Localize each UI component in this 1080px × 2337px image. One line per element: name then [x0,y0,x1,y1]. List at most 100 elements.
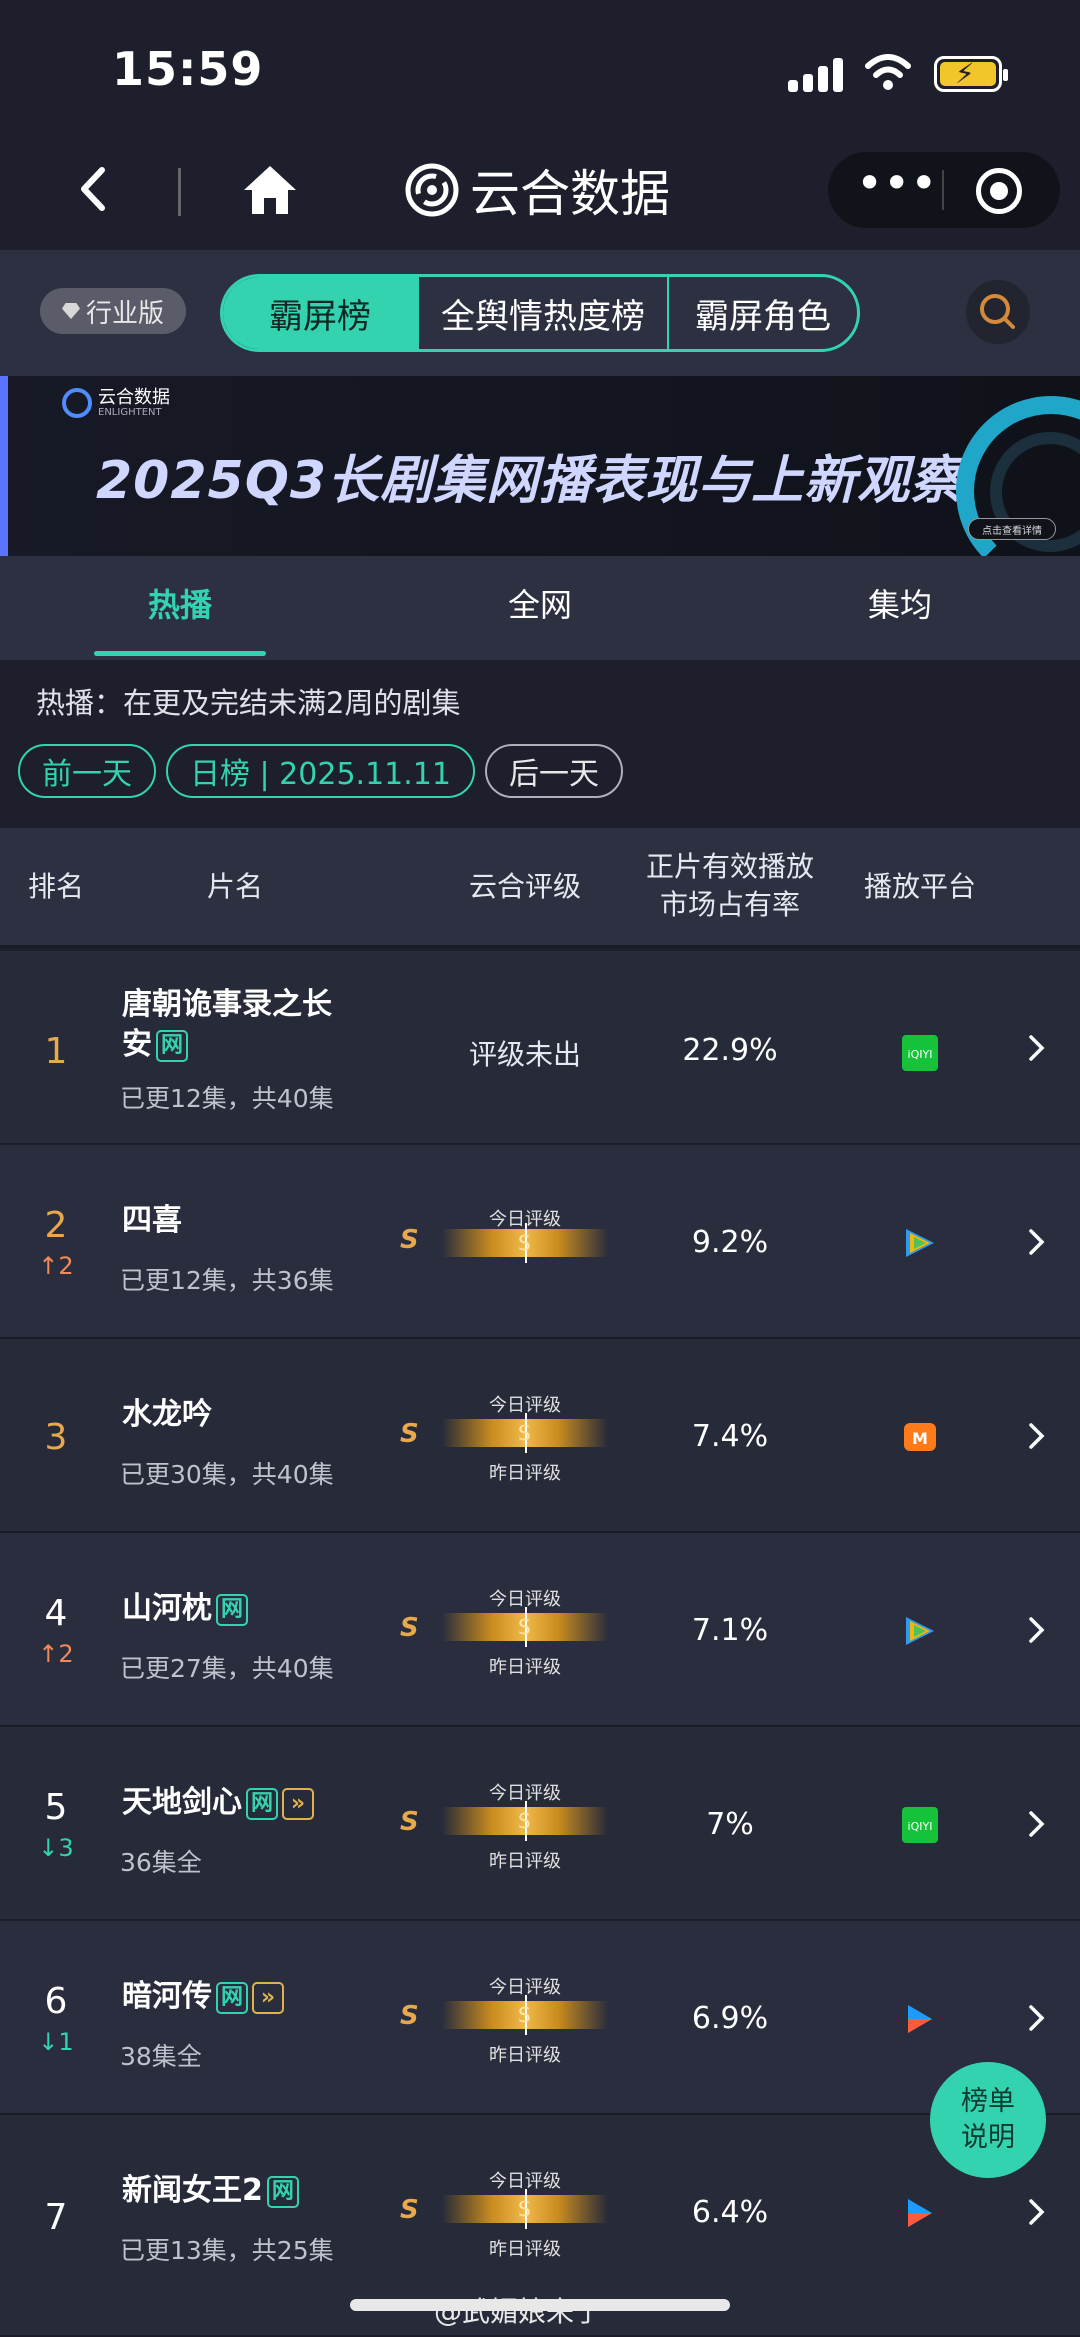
back-icon[interactable] [70,164,120,214]
drama-title-line1: 唐朝诡事录之长 [122,987,332,1022]
next-day-button[interactable]: 后一天 [484,744,623,798]
yunhe-logo-icon [405,163,459,217]
close-mini-program-icon[interactable] [976,168,1022,214]
col-platform: 播放平台 [863,870,976,903]
grade-letter: S [400,1807,419,1837]
brand: 云合数据 [404,158,670,223]
grade-bar-letter: S [518,2197,531,2221]
edition-label: 行业版 [85,298,164,329]
tab-quanwang[interactable]: 全网 [360,556,720,660]
iqiyi-icon: iQIYI [902,1035,938,1071]
edition-badge[interactable]: 行业版 [40,288,186,334]
status-bar: 15:59 ⚡ [0,0,1080,130]
grade-bar: S [442,1413,608,1453]
episode-count: 38集全 [120,2042,202,2071]
col-share-line2: 市场占有率 [659,888,800,921]
wifi-icon [865,54,911,90]
mini-program-capsule: ••• [828,152,1060,228]
grade-bar: S [442,1607,608,1647]
sub-tabs: 热播 全网 集均 [0,556,1080,660]
yesterday-grade-label: 昨日评级 [489,2045,561,2066]
table-row[interactable]: 5 ↓3 天地剑心网» 36集全 S 今日评级 S 昨日评级 7% iQIYI [0,1727,1080,1921]
col-share-line1: 正片有效播放 [645,850,814,883]
market-share: 7.1% [691,1613,769,1648]
youku-icon [908,2005,932,2033]
chevron-right-icon[interactable] [1026,2003,1048,2033]
tab-description: 热播：在更及完结未满2周的剧集 [36,686,461,720]
col-grade: 云合评级 [468,870,581,903]
svg-text:M: M [912,1429,928,1448]
episode-count: 已更13集，共25集 [120,2236,334,2265]
grade-bar-letter: S [518,1809,531,1833]
fab-label-line2: 说明 [961,2122,1015,2153]
table-row[interactable]: 2 ↑2 四喜 已更12集，共36集 S 今日评级 S 9.2% [0,1145,1080,1339]
chevron-right-icon[interactable] [1026,1033,1048,1063]
web-tag: 网 [216,1981,248,2014]
episode-count: 36集全 [120,1848,202,1877]
table-row[interactable]: 4 ↑2 山河枕网 已更27集，共40集 S 今日评级 S 昨日评级 7.1% [0,1533,1080,1727]
rank-number: 3 [44,1417,68,1458]
episode-count: 已更30集，共40集 [120,1460,334,1489]
drama-title: 新闻女王2 网 [122,2171,299,2211]
tab-rebo[interactable]: 热播 [0,556,360,660]
table-row[interactable]: 3 水龙吟 已更30集，共40集 S 今日评级 S 昨日评级 7.4% M [0,1339,1080,1533]
chevron-right-icon[interactable] [1026,1615,1048,1645]
rank-change-down: ↓1 [38,2028,74,2056]
grade-bar-letter: S [518,2003,531,2027]
drama-title-text: 天地剑心 [122,1785,242,1820]
ranking-type-bar: 行业版 霸屏榜 全舆情热度榜 霸屏角色 [0,250,1080,376]
web-tag: 网 [266,2175,299,2208]
ranking-help-button[interactable]: 榜单 说明 [930,2062,1046,2178]
grade-bar: S [442,2189,608,2229]
nav-divider [178,168,181,216]
grade-bar-letter: S [518,1615,531,1639]
yesterday-grade-label: 昨日评级 [489,1851,561,1872]
drama-title: 水龙吟 [122,1397,212,1432]
web-tag: 网 [246,1787,278,1820]
search-icon [980,294,1015,329]
tencent-video-icon [906,1229,934,1257]
chevron-right-icon[interactable] [1026,1421,1048,1451]
diamond-icon [61,303,80,319]
rank-number: 2 [44,1205,68,1246]
market-share: 9.2% [691,1225,769,1260]
market-share: 7% [706,1807,754,1842]
drama-title-text: 新闻女王2 [122,2173,263,2208]
table-row[interactable]: 1 唐朝诡事录之长 安网 已更12集，共40集 评级未出 22.9% iQIYI [0,951,1080,1145]
segment-bapingjuese[interactable]: 霸屏角色 [669,277,857,349]
tab-jijun[interactable]: 集均 [720,556,1080,660]
home-icon[interactable] [242,162,298,216]
drama-title-text: 山河枕 [122,1591,212,1626]
status-time: 15:59 [112,42,264,96]
brand-name: 云合数据 [470,165,670,223]
search-button[interactable] [966,280,1030,344]
prev-day-button[interactable]: 前一天 [18,744,156,798]
table-header: 排名 片名 云合评级 正片有效播放 市场占有率 播放平台 [0,828,1080,948]
grade-letter: S [400,1419,419,1449]
promo-banner[interactable]: 云合数据 ENLIGHTENT 2025Q3长剧集网播表现与上新观察 点击查看详… [0,376,1080,556]
chevron-right-icon[interactable] [1026,2197,1048,2227]
rank-change-up: ↑2 [38,1640,74,1668]
chevron-right-icon[interactable] [1026,1809,1048,1839]
signal-icon [788,58,846,92]
banner-logo: 云合数据 ENLIGHTENT [62,388,170,418]
rank-number: 5 [44,1787,68,1828]
market-share: 6.4% [691,2195,769,2230]
drama-title-text: 暗河传 [122,1979,212,2014]
segment-quanyuqing[interactable]: 全舆情热度榜 [419,277,669,349]
banner-cta[interactable]: 点击查看详情 [968,518,1056,540]
episode-count: 已更27集，共40集 [120,1654,334,1683]
grade-letter: S [400,2001,419,2031]
rank-number: 7 [44,2197,68,2238]
table-row[interactable]: 6 ↓1 暗河传网» 38集全 S 今日评级 S 昨日评级 6.9% [0,1921,1080,2115]
grade-bar-letter: S [518,1421,531,1445]
drama-title: 唐朝诡事录之长 安网 [122,985,332,1065]
ranking-segment-control: 霸屏榜 全舆情热度榜 霸屏角色 [220,274,860,352]
more-icon[interactable]: ••• [856,160,937,210]
date-picker-button[interactable]: 日榜 | 2025.11.11 [166,744,475,798]
rank-number: 1 [44,1031,68,1072]
fab-label-line1: 榜单 [961,2086,1015,2117]
market-share: 7.4% [691,1419,769,1454]
segment-bapingbang[interactable]: 霸屏榜 [223,277,419,349]
chevron-right-icon[interactable] [1026,1227,1048,1257]
